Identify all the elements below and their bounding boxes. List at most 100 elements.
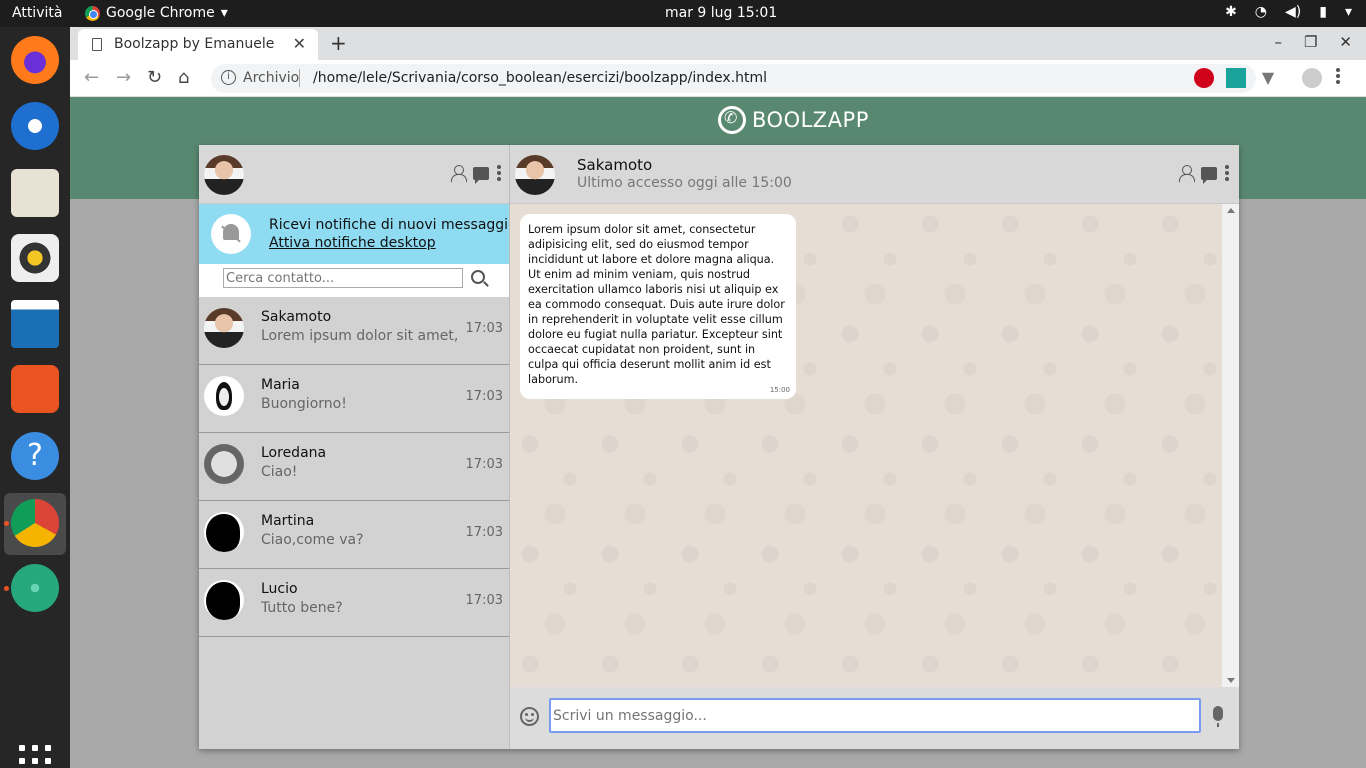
activities-button[interactable]: Attività [12, 5, 62, 21]
header-actions [451, 165, 501, 184]
rhythmbox-icon[interactable] [11, 234, 59, 282]
contact-name: Martina [261, 513, 315, 529]
restore-icon[interactable]: ❐ [1304, 33, 1317, 51]
contact-name: Loredana [261, 445, 327, 461]
conversation-header: Sakamoto Ultimo accesso oggi alle 15:00 [510, 145, 1239, 204]
message-input[interactable] [549, 698, 1201, 733]
menu-dots-icon[interactable] [1225, 165, 1229, 181]
last-seen-status: Ultimo accesso oggi alle 15:00 [577, 175, 792, 191]
contact-item[interactable]: Loredana Ciao! 17:03 [199, 433, 509, 501]
brand: BOOLZAPP [718, 106, 869, 134]
volume-icon[interactable]: ◀) [1285, 4, 1301, 20]
home-icon[interactable]: ⌂ [178, 67, 189, 88]
contact-avatar [204, 308, 244, 348]
notification-title: Ricevi notifiche di nuovi messaggi [269, 217, 509, 233]
contact-last-message: Buongiorno! [261, 396, 347, 412]
wifi-icon[interactable]: ◔ [1255, 4, 1267, 20]
chrome-icon [85, 5, 100, 21]
user-icon[interactable] [1179, 165, 1195, 182]
contact-name: Lucio [261, 581, 298, 597]
chat-icon[interactable] [473, 166, 489, 184]
brand-name: BOOLZAPP [752, 108, 869, 132]
emoji-icon[interactable] [520, 707, 539, 726]
contact-avatar [204, 444, 244, 484]
running-indicator [4, 586, 9, 591]
contact-item[interactable]: Sakamoto Lorem ipsum dolor sit amet, 17:… [199, 297, 509, 365]
slack-icon[interactable]: ✱ [1225, 4, 1237, 20]
clock[interactable]: mar 9 lug 15:01 [665, 5, 777, 21]
writer-icon[interactable] [11, 300, 59, 348]
reload-icon[interactable]: ↻ [147, 67, 162, 88]
info-icon[interactable]: i [221, 70, 236, 85]
system-top-bar: Attività Google Chrome ▾ mar 9 lug 15:01… [0, 0, 1366, 27]
show-apps-icon[interactable] [19, 745, 51, 768]
microphone-icon[interactable] [1213, 706, 1223, 727]
vue-devtools-icon[interactable]: ▼ [1258, 68, 1278, 88]
menu-dots-icon[interactable] [497, 165, 501, 181]
contact-item[interactable]: Maria Buongiorno! 17:03 [199, 365, 509, 433]
firefox-icon[interactable] [11, 36, 59, 84]
atom-icon[interactable] [11, 564, 59, 612]
address-bar[interactable]: i Archivio /home/lele/Scrivania/corso_bo… [211, 64, 1256, 93]
contact-last-message: Ciao,come va? [261, 532, 364, 548]
opera-extension-icon[interactable] [1194, 68, 1214, 88]
files-icon[interactable] [11, 169, 59, 217]
conversation-panel: Sakamoto Ultimo accesso oggi alle 15:00 … [510, 145, 1239, 749]
avatar-image [204, 155, 244, 195]
user-icon[interactable] [451, 165, 467, 182]
contact-avatar [204, 376, 244, 416]
contact-time: 17:03 [465, 457, 503, 472]
conversation-actions [1179, 165, 1229, 184]
profile-icon[interactable] [1302, 68, 1322, 88]
chat-app: Ricevi notifiche di nuovi messaggi Attiv… [199, 145, 1239, 749]
back-icon[interactable]: ← [84, 67, 99, 88]
conversation-contact-name: Sakamoto [577, 156, 653, 174]
app-menu-label: Google Chrome [106, 5, 215, 21]
address-scheme: Archivio [243, 70, 300, 86]
chat-icon[interactable] [1201, 166, 1217, 184]
contacts-panel: Ricevi notifiche di nuovi messaggi Attiv… [199, 145, 510, 749]
minimize-icon[interactable]: – [1274, 33, 1282, 51]
message-area[interactable]: Lorem ipsum dolor sit amet, consectetur … [510, 204, 1222, 687]
close-tab-icon[interactable]: ✕ [293, 34, 306, 53]
search-input[interactable] [223, 268, 463, 288]
battery-icon[interactable]: ▮ [1319, 4, 1327, 20]
scroll-down-icon[interactable] [1227, 678, 1235, 683]
extension-icon[interactable] [1226, 68, 1246, 88]
message-text: Lorem ipsum dolor sit amet, consectetur … [528, 223, 785, 386]
contact-name: Maria [261, 377, 300, 393]
system-tray[interactable]: ✱ ◔ ◀) ▮ ▾ [1225, 4, 1352, 20]
scroll-up-icon[interactable] [1227, 208, 1235, 213]
address-url[interactable]: /home/lele/Scrivania/corso_boolean/eserc… [313, 70, 767, 86]
help-icon[interactable]: ? [11, 432, 59, 480]
message-time: 15:00 [769, 386, 790, 394]
contact-search [199, 264, 509, 297]
contact-time: 17:03 [465, 525, 503, 540]
chrome-icon[interactable] [11, 499, 59, 547]
app-menu[interactable]: Google Chrome ▾ [85, 5, 228, 21]
browser-tab[interactable]: Boolzapp by Emanuele ✕ [78, 29, 318, 60]
contact-item[interactable]: Lucio Tutto bene? 17:03 [199, 569, 509, 637]
document-icon [92, 38, 102, 51]
close-window-icon[interactable]: ✕ [1339, 33, 1352, 51]
chevron-down-icon[interactable]: ▾ [1345, 4, 1352, 20]
browser-window: Boolzapp by Emanuele ✕ + – ❐ ✕ ← → ↻ ⌂ i… [70, 27, 1366, 768]
search-icon[interactable] [471, 270, 485, 284]
message-scrollbar[interactable] [1222, 204, 1239, 687]
tab-title: Boolzapp by Emanuele [114, 36, 275, 52]
chevron-down-icon: ▾ [220, 5, 228, 21]
menu-dots-icon[interactable] [1336, 68, 1340, 88]
divider [299, 69, 300, 87]
contact-item[interactable]: Martina Ciao,come va? 17:03 [199, 501, 509, 569]
new-tab-button[interactable]: + [330, 31, 347, 55]
forward-icon[interactable]: → [116, 67, 131, 88]
enable-notifications-link[interactable]: Attiva notifiche desktop [269, 235, 436, 251]
contact-last-message: Lorem ipsum dolor sit amet, [261, 328, 459, 344]
contact-time: 17:03 [465, 389, 503, 404]
thunderbird-icon[interactable] [11, 102, 59, 150]
software-center-icon[interactable] [11, 365, 59, 413]
user-avatar[interactable] [204, 155, 244, 195]
whatsapp-logo-icon [718, 106, 746, 134]
received-message: Lorem ipsum dolor sit amet, consectetur … [520, 214, 796, 399]
contact-avatar[interactable] [515, 155, 555, 195]
